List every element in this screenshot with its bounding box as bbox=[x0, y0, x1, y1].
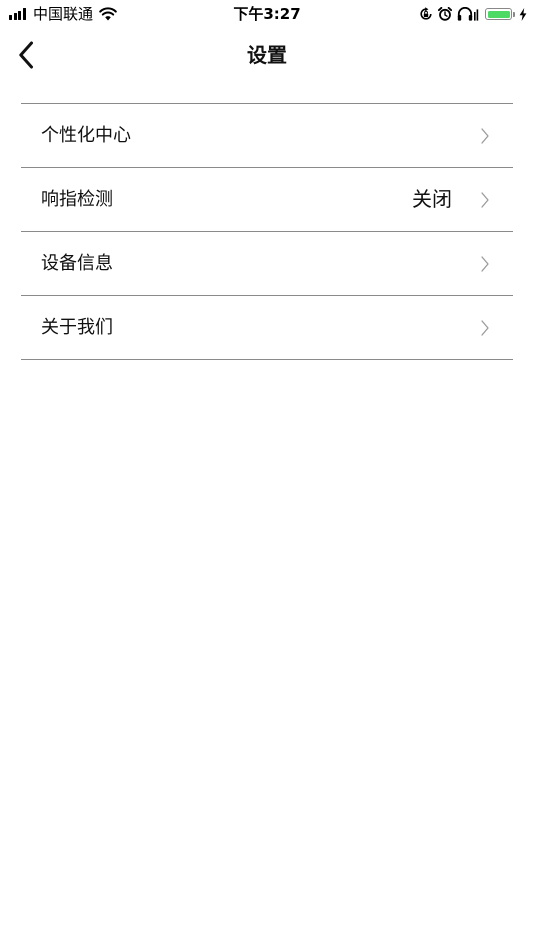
rotation-lock-icon bbox=[420, 7, 432, 20]
alarm-icon bbox=[438, 7, 452, 21]
battery-level bbox=[487, 10, 510, 18]
settings-row-snap-detection[interactable]: 响指检测 关闭 bbox=[21, 168, 513, 232]
row-label: 个性化中心 bbox=[41, 125, 131, 146]
chevron-right-icon bbox=[481, 320, 489, 336]
row-label: 响指检测 bbox=[41, 189, 113, 210]
status-bar-right bbox=[414, 4, 527, 24]
settings-list: 个性化中心 响指检测 关闭 设备信息 关于我们 bbox=[21, 103, 513, 360]
row-label: 关于我们 bbox=[41, 317, 113, 338]
chevron-right-icon bbox=[481, 128, 489, 144]
settings-row-device-info[interactable]: 设备信息 bbox=[21, 232, 513, 296]
chevron-right-icon bbox=[481, 192, 489, 208]
settings-row-about-us[interactable]: 关于我们 bbox=[21, 296, 513, 360]
charging-icon bbox=[519, 7, 527, 21]
settings-screen: 中国联通 下午3:27 设置 个性化中心 响指检测 关闭 设备信息 关于我们 bbox=[0, 0, 534, 950]
row-label: 设备信息 bbox=[41, 253, 113, 274]
nav-bar: 设置 bbox=[0, 28, 534, 82]
settings-row-personalization[interactable]: 个性化中心 bbox=[21, 104, 513, 168]
status-bar: 中国联通 下午3:27 bbox=[0, 0, 534, 28]
headphones-icon bbox=[457, 7, 479, 21]
snap-detection-status: 关闭 bbox=[412, 187, 452, 211]
page-title: 设置 bbox=[247, 43, 287, 67]
chevron-right-icon bbox=[481, 256, 489, 272]
battery-icon bbox=[479, 8, 515, 20]
